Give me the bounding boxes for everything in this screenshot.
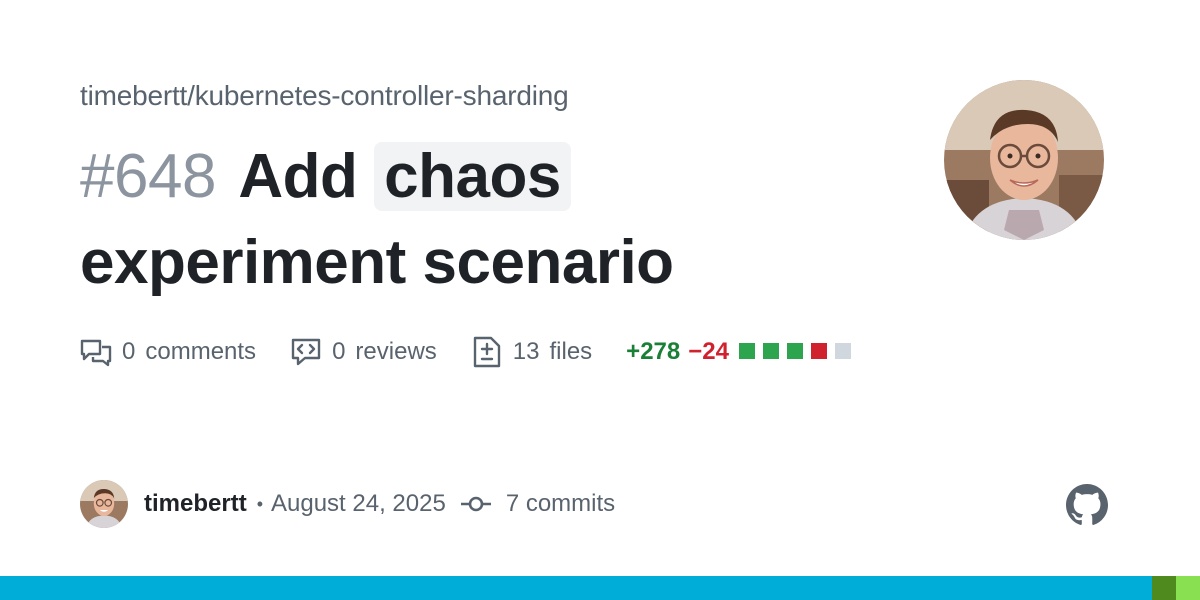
reviews-stat: 0 reviews	[290, 336, 437, 368]
diff-square	[738, 343, 755, 359]
comments-count: 0	[122, 338, 136, 365]
code-review-icon	[291, 338, 321, 366]
language-bar	[0, 576, 1200, 600]
reviews-label: reviews	[355, 338, 437, 365]
deletions-count: −24	[688, 338, 729, 365]
git-commit-icon	[460, 496, 491, 512]
pr-date: August 24, 2025	[271, 490, 446, 517]
pr-footer: timebertt • August 24, 2025 7 commits	[80, 480, 615, 528]
reviews-count: 0	[332, 338, 346, 365]
language-bar-segment	[1152, 576, 1176, 600]
pr-stats: 0 comments 0 reviews 13 files +278 −24	[80, 334, 893, 370]
commits-count[interactable]: 7 commits	[506, 490, 615, 518]
diff-squares	[738, 338, 859, 366]
author-avatar-small[interactable]	[80, 480, 128, 528]
diff-square	[834, 343, 851, 359]
author-avatar-large	[944, 80, 1104, 240]
pr-title-code: chaos	[374, 142, 571, 211]
diff-square	[762, 343, 779, 359]
comment-discussion-icon	[80, 339, 112, 367]
file-diff-icon	[473, 336, 500, 368]
language-bar-segment	[1176, 576, 1200, 600]
language-bar-segment	[0, 576, 1152, 600]
comments-label: comments	[145, 338, 257, 365]
diff-square	[810, 343, 827, 359]
separator-dot: •	[256, 493, 263, 514]
pr-title-word: Add	[238, 142, 358, 211]
files-stat: 13 files	[471, 336, 592, 368]
files-count: 13	[512, 338, 540, 365]
files-label: files	[549, 338, 593, 365]
comments-stat: 0 comments	[80, 336, 256, 368]
pr-title: #648 Add chaos experiment scenario	[80, 134, 840, 306]
pr-number: #648	[80, 142, 216, 211]
author-name[interactable]: timebertt	[144, 490, 247, 518]
diff-square	[786, 343, 803, 359]
diff-stat: +278 −24	[626, 338, 859, 366]
github-mark-icon[interactable]	[1066, 484, 1108, 526]
repo-name[interactable]: timebertt/kubernetes-controller-sharding	[80, 80, 569, 112]
pr-title-rest: experiment scenario	[80, 228, 674, 297]
additions-count: +278	[626, 338, 681, 365]
